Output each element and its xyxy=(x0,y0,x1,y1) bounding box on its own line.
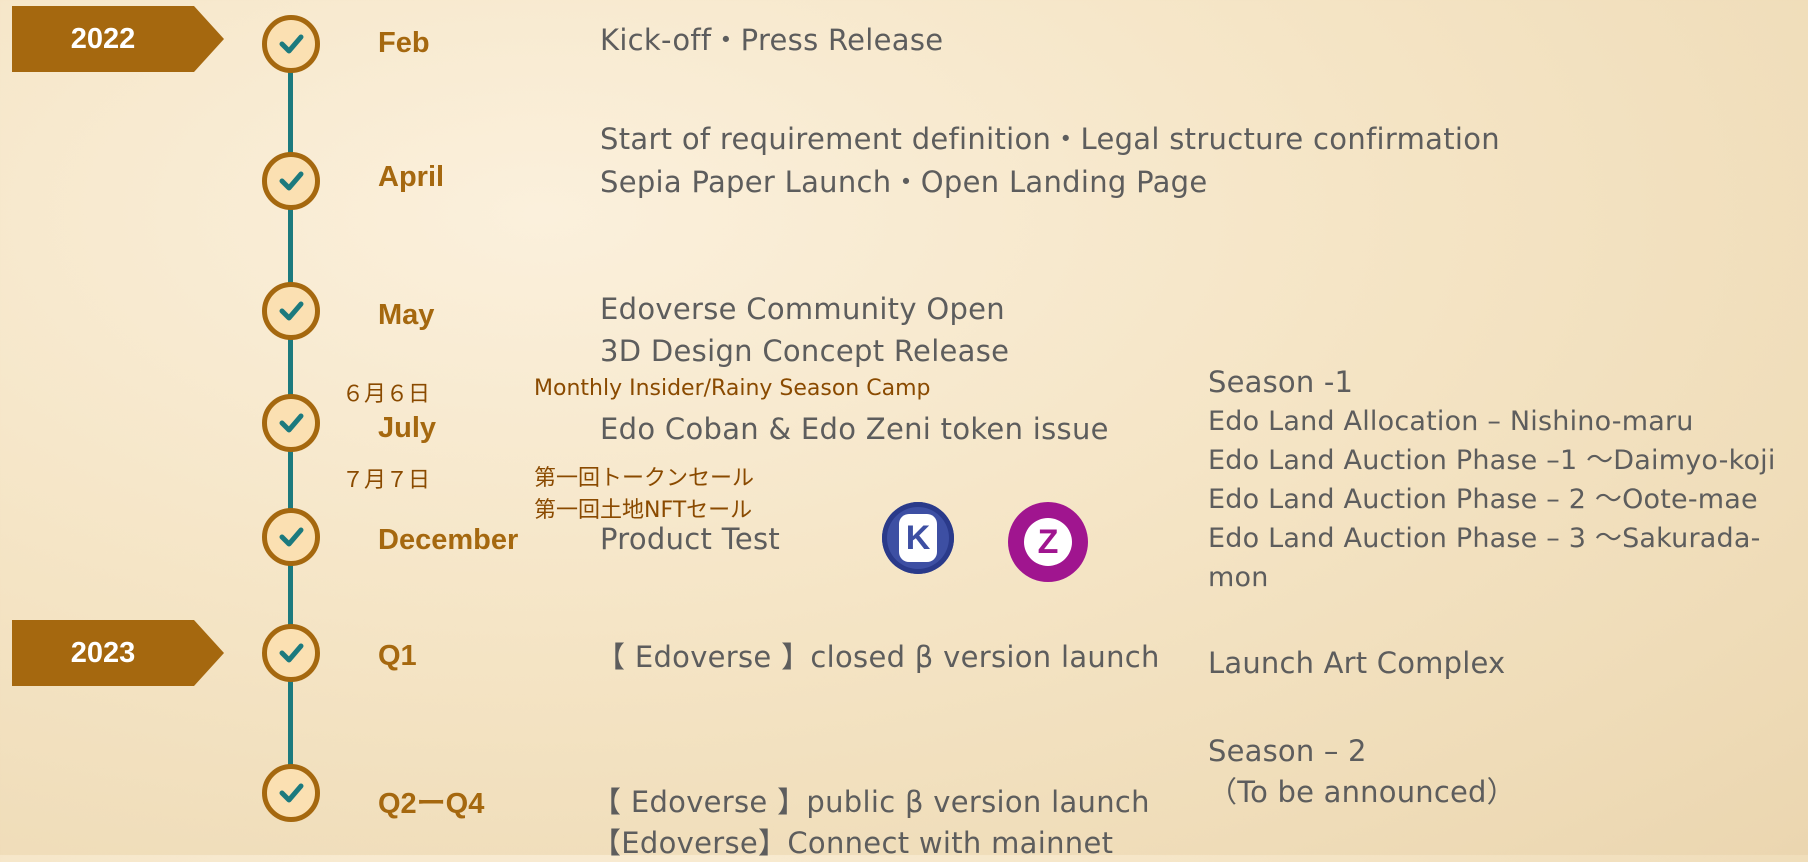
token-letter: Z xyxy=(1024,518,1072,566)
token-letter: K xyxy=(899,514,937,562)
period-label: Q2ーQ4 xyxy=(378,788,485,820)
event-text: 3D Design Concept Release xyxy=(600,334,1010,368)
event-text: Start of requirement definition・Legal st… xyxy=(600,122,1500,156)
edo-coban-token-icon: K xyxy=(882,502,954,574)
season2-subtitle: （To be announced） xyxy=(1208,775,1516,809)
check-icon xyxy=(262,508,320,566)
year-flag-2022: 2022 xyxy=(12,6,224,72)
event-note: 第一回土地NFTセール xyxy=(534,498,753,523)
event-text: Product Test xyxy=(600,522,781,556)
season1-list: Edo Land Allocation – Nishino-maru Edo L… xyxy=(1208,402,1776,597)
check-icon xyxy=(262,764,320,822)
event-text: 【 Edoverse 】public β version launch xyxy=(592,785,1150,819)
year-flag-2023: 2023 xyxy=(12,620,224,686)
period-label: April xyxy=(378,161,445,193)
check-icon xyxy=(262,394,320,452)
year-label: 2023 xyxy=(70,636,136,669)
year-label: 2022 xyxy=(70,22,136,55)
event-date: ７月７日 xyxy=(342,468,431,493)
event-text: Kick-off・Press Release xyxy=(600,23,944,57)
event-text: Sepia Paper Launch・Open Landing Page xyxy=(600,165,1208,199)
q1-side-text: Launch Art Complex xyxy=(1208,646,1506,680)
event-text: 【 Edoverse 】closed β version launch xyxy=(596,640,1160,674)
check-icon xyxy=(262,282,320,340)
check-icon xyxy=(262,624,320,682)
season1-item: Edo Land Auction Phase –1 ～Daimyo-koji xyxy=(1208,445,1776,476)
event-note: Monthly Insider/Rainy Season Camp xyxy=(534,376,931,401)
period-label: July xyxy=(378,412,437,444)
season2-title: Season – 2 xyxy=(1208,734,1367,768)
season1-item: Edo Land Auction Phase – 2 ～Oote-mae xyxy=(1208,484,1758,515)
period-label: May xyxy=(378,299,435,331)
period-label: December xyxy=(378,524,519,556)
season1-item: mon xyxy=(1208,562,1269,593)
event-date: ６月６日 xyxy=(342,382,431,407)
check-icon xyxy=(262,152,320,210)
check-icon xyxy=(262,15,320,73)
period-label: Feb xyxy=(378,27,430,59)
event-note: 第一回トークンセール xyxy=(534,466,755,491)
period-label: Q1 xyxy=(378,640,417,672)
edo-zeni-token-icon: Z xyxy=(1008,502,1088,582)
event-text: Edoverse Community Open xyxy=(600,292,1005,326)
season1-item: Edo Land Allocation – Nishino-maru xyxy=(1208,406,1694,437)
season1-title: Season -1 xyxy=(1208,365,1354,399)
season1-item: Edo Land Auction Phase – 3 ～Sakurada- xyxy=(1208,523,1761,554)
event-text: 【Edoverse】Connect with mainnet xyxy=(592,826,1114,860)
event-text: Edo Coban & Edo Zeni token issue xyxy=(600,412,1109,446)
